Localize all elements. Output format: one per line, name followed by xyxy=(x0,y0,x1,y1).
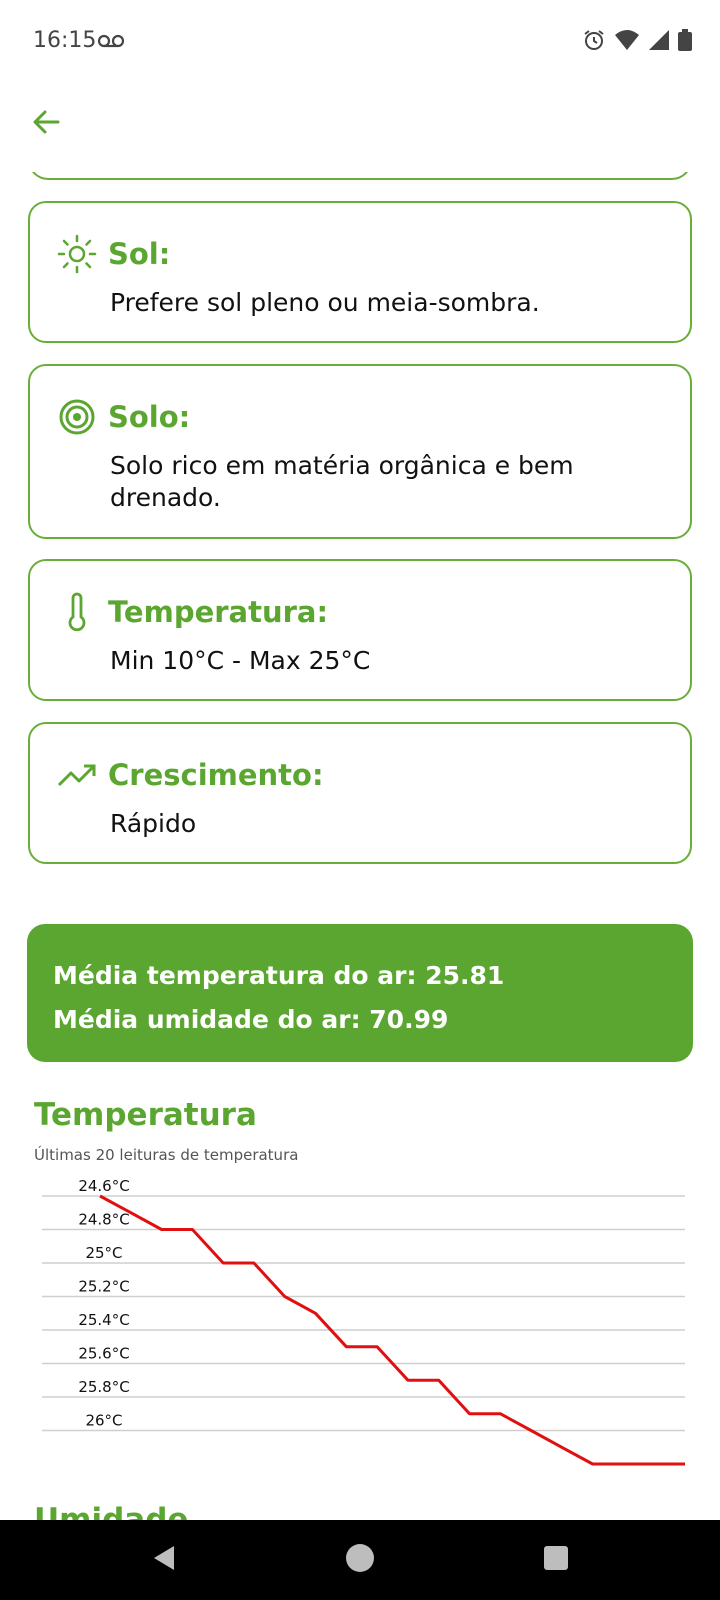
card-text: Solo rico em matéria orgânica e bem dren… xyxy=(110,451,574,512)
card-sol: Sol: Prefere sol pleno ou meia-sombra. xyxy=(28,201,692,343)
status-time: 16:15 xyxy=(33,28,97,53)
y-tick-label: 24.6°C xyxy=(78,1177,129,1195)
nav-back-button[interactable] xyxy=(124,1520,204,1600)
signal-icon xyxy=(648,29,670,56)
chart-title: Temperatura xyxy=(34,1097,257,1133)
system-nav-bar xyxy=(0,1520,720,1600)
y-tick-label: 25°C xyxy=(85,1244,122,1262)
content-scroll[interactable]: Sol: Prefere sol pleno ou meia-sombra. S… xyxy=(0,172,720,1520)
status-bar: 16:15 xyxy=(0,0,720,84)
thermometer-icon xyxy=(56,591,98,633)
card-solo: Solo: Solo rico em matéria orgânica e be… xyxy=(28,364,692,539)
alarm-icon xyxy=(582,28,606,57)
recents-square-icon xyxy=(543,1545,569,1576)
y-tick-label: 25.6°C xyxy=(78,1345,129,1363)
card-crescimento: Crescimento: Rápido xyxy=(28,722,692,864)
nav-recents-button[interactable] xyxy=(516,1520,596,1600)
card-temperatura: Temperatura: Min 10°C - Max 25°C xyxy=(28,559,692,701)
target-icon xyxy=(56,396,98,438)
wifi-icon xyxy=(614,29,640,56)
card-title: Temperatura: xyxy=(108,595,329,629)
card-title: Crescimento: xyxy=(108,758,324,792)
next-section-title: Umidade xyxy=(34,1502,189,1520)
app-bar xyxy=(0,84,720,172)
battery-icon xyxy=(678,29,692,56)
nav-home-button[interactable] xyxy=(320,1520,400,1600)
voicemail-icon xyxy=(97,34,125,53)
back-button[interactable] xyxy=(26,104,66,144)
status-icons xyxy=(582,28,692,57)
y-tick-label: 25.8°C xyxy=(78,1378,129,1396)
sun-icon xyxy=(56,233,98,275)
back-triangle-icon xyxy=(150,1544,178,1577)
averages-box: Média temperatura do ar: 25.81 Média umi… xyxy=(27,924,693,1062)
avg-temperature: Média temperatura do ar: 25.81 xyxy=(53,961,505,990)
previous-card-edge xyxy=(28,172,692,180)
temperature-chart: 24.6°C 24.8°C 25°C 25.2°C 25.4°C 25.6°C 25.8°C… xyxy=(42,1177,685,1466)
y-tick-label: 25.4°C xyxy=(78,1311,129,1329)
card-title: Sol: xyxy=(108,237,171,271)
y-tick-label: 25.2°C xyxy=(78,1278,129,1296)
home-circle-icon xyxy=(345,1543,375,1578)
chart-subtitle: Últimas 20 leituras de temperatura xyxy=(34,1146,299,1164)
card-text: Rápido xyxy=(110,809,197,838)
card-title: Solo: xyxy=(108,400,191,434)
y-tick-label: 26°C xyxy=(85,1412,122,1430)
card-text: Min 10°C - Max 25°C xyxy=(110,646,371,675)
arrow-left-icon xyxy=(30,106,62,143)
card-text: Prefere sol pleno ou meia-sombra. xyxy=(110,288,540,317)
avg-humidity: Média umidade do ar: 70.99 xyxy=(53,1005,449,1034)
y-tick-label: 24.8°C xyxy=(78,1211,129,1229)
trending-up-icon xyxy=(56,754,98,796)
